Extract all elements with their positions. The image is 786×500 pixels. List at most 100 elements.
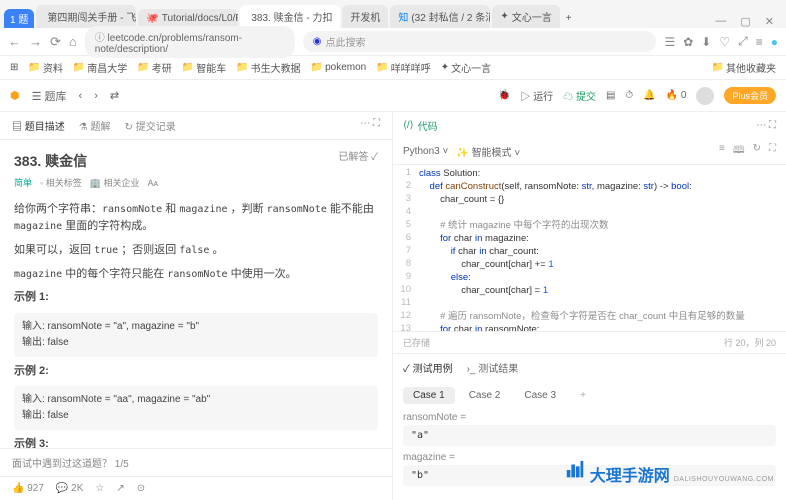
tab-testcase[interactable]: ✓ 测试用例: [403, 360, 453, 375]
prev-icon[interactable]: ‹: [79, 90, 83, 102]
more-icon[interactable]: ⋯ ⛶: [360, 118, 380, 133]
star-icon[interactable]: ☆: [95, 483, 104, 494]
other-bookmarks[interactable]: 📁其他收藏夹: [712, 60, 776, 75]
editor-panel: ⟨/⟩代码 ⋯ ⛶ Python3 ˅ ✨ 智能模式 ˅ ≡ 🕮 ↻ ⛶ 123…: [393, 112, 786, 500]
folder-icon: 📁: [712, 62, 724, 73]
download-icon[interactable]: ⬇: [701, 35, 711, 49]
logo-icon[interactable]: ⬢: [10, 89, 20, 102]
bookmark[interactable]: ✦文心一言: [441, 60, 491, 75]
extension-icon[interactable]: ☰: [664, 35, 675, 49]
add-case-button[interactable]: +: [570, 387, 596, 404]
interview-stat: 面试中遇到过这道题？ 1/5: [12, 455, 129, 470]
example-box: 输入: ransomNote = "aa", magazine = "ab"输出…: [14, 386, 378, 430]
minimize-icon[interactable]: —: [715, 15, 726, 28]
reload-icon[interactable]: ⟳: [50, 34, 61, 50]
folder-icon: 📁: [137, 62, 149, 73]
bookmark[interactable]: 📁pokemon: [311, 62, 367, 73]
likes-button[interactable]: 👍 927: [12, 483, 44, 494]
bookmark[interactable]: 📁智能车: [182, 60, 226, 75]
app-toolbar: ⬢ ☰ 题库 ‹ › ⇄ 🐞 ▷ 运行 ☁ 提交 ▤ ⏱ 🔔 🔥 0 Plus会…: [0, 80, 786, 112]
solved-label: 已解答 ✓: [338, 150, 378, 166]
problem-paragraph: magazine 中的每个字符只能在 ransomNote 中使用一次。: [14, 266, 378, 284]
note-icon[interactable]: ▤: [606, 90, 615, 101]
difficulty-tag: 简单: [14, 176, 32, 190]
plus-badge[interactable]: Plus会员: [724, 87, 776, 104]
example-label: 示例 3:: [14, 436, 378, 448]
tab-solution[interactable]: ⚗ 题解: [79, 118, 111, 133]
topics-tag[interactable]: ◦ 相关标签: [40, 176, 82, 190]
description-tabs: ▤ 题目描述 ⚗ 题解 ↻ 提交记录 ⋯ ⛶: [0, 112, 392, 140]
forward-icon[interactable]: →: [29, 34, 42, 49]
back-icon[interactable]: ←: [8, 34, 21, 49]
fav-icon[interactable]: ♡: [719, 35, 730, 49]
companies-tag[interactable]: 🏢 相关企业: [90, 176, 140, 190]
auto-mode[interactable]: ✨ 智能模式 ˅: [456, 144, 520, 159]
tab-description[interactable]: ▤ 题目描述: [12, 118, 65, 133]
debug-icon[interactable]: 🐞: [498, 90, 510, 101]
plugin-icon[interactable]: ✿: [683, 35, 693, 49]
url-input[interactable]: ⓘ leetcode.cn/problems/ransom-note/descr…: [85, 26, 295, 58]
tab-submissions[interactable]: ↻ 提交记录: [125, 118, 176, 133]
fullscreen-icon[interactable]: ⛶: [769, 143, 776, 160]
folder-icon: 📁: [73, 62, 85, 73]
bookmark-bar: ⊞ 📁资料 📁南昌大学 📁考研 📁智能车 📁书生大教据 📁pokemon 📁咩咩…: [0, 56, 786, 80]
bookmark[interactable]: 📁考研: [137, 60, 171, 75]
bookmark-code-icon[interactable]: 🕮: [733, 143, 745, 160]
submit-button[interactable]: ☁ 提交: [563, 88, 596, 103]
code-body[interactable]: class Solution: def canConstruct(self, r…: [415, 165, 749, 331]
expand-icon[interactable]: ⤢: [738, 34, 748, 49]
param-input[interactable]: "a": [403, 425, 776, 446]
code-icon: ⟨/⟩: [403, 120, 414, 131]
menu-icon[interactable]: ≡: [756, 35, 763, 49]
description-panel: ▤ 题目描述 ⚗ 题解 ↻ 提交记录 ⋯ ⛶ 已解答 ✓ 383. 赎金信 简单…: [0, 112, 393, 500]
address-bar: ← → ⟳ ⌂ ⓘ leetcode.cn/problems/ransom-no…: [0, 28, 786, 56]
browser-tab[interactable]: 第四期闯关手册 - 飞书云: [36, 5, 136, 28]
browser-tab[interactable]: ✦文心一言: [492, 5, 559, 28]
browser-tab[interactable]: 开发机: [342, 5, 388, 28]
maximize-icon[interactable]: ▢: [740, 15, 750, 28]
format-icon[interactable]: ≡: [719, 143, 725, 160]
case-tab[interactable]: Case 3: [514, 387, 566, 404]
browser-tab-bar: 1 题 第四期闯关手册 - 飞书云 🐙Tutorial/docs/L0/Pyth…: [0, 0, 786, 28]
folder-icon: 📁: [311, 62, 323, 73]
share-icon[interactable]: ↗: [116, 483, 124, 494]
font-icon[interactable]: Aᴀ: [147, 176, 157, 190]
run-button[interactable]: ▷ 运行: [520, 88, 553, 103]
language-select[interactable]: Python3 ˅: [403, 146, 448, 157]
close-icon[interactable]: ✕: [765, 15, 774, 28]
problem-title: 383. 赎金信: [14, 150, 378, 172]
watermark-icon: [564, 459, 586, 481]
case-tab[interactable]: Case 1: [403, 387, 455, 404]
avatar[interactable]: [696, 87, 714, 105]
bookmark[interactable]: 📁资料: [28, 60, 62, 75]
fire-icon[interactable]: 🔥 0: [666, 90, 687, 101]
code-editor[interactable]: 1234567891011121314151617181920 class So…: [393, 165, 786, 331]
browser-tab[interactable]: 383. 赎金信 - 力扣: [240, 5, 340, 28]
browser-tab[interactable]: 1 题: [4, 9, 34, 28]
apps-icon[interactable]: ⊞: [10, 62, 18, 73]
shuffle-icon[interactable]: ⇄: [110, 89, 119, 102]
comments-button[interactable]: 💬 2K: [56, 483, 83, 494]
testcase-tabs: ✓ 测试用例 ›_ 测试结果: [393, 353, 786, 381]
bookmark[interactable]: 📁书生大教据: [236, 60, 300, 75]
reset-icon[interactable]: ↻: [753, 143, 761, 160]
problem-content: 已解答 ✓ 383. 赎金信 简单 ◦ 相关标签 🏢 相关企业 Aᴀ 给你两个字…: [0, 140, 392, 448]
case-tab[interactable]: Case 2: [459, 387, 511, 404]
new-tab-button[interactable]: +: [562, 9, 576, 28]
example-label: 示例 1:: [14, 289, 378, 307]
problem-list-link[interactable]: ☰ 题库: [32, 88, 67, 104]
tab-test-result[interactable]: ›_ 测试结果: [467, 360, 519, 375]
profile-icon[interactable]: ●: [771, 35, 778, 49]
next-icon[interactable]: ›: [94, 90, 98, 102]
bookmark[interactable]: 📁咩咩咩呼: [376, 60, 430, 75]
home-icon[interactable]: ⌂: [69, 34, 77, 49]
bell-icon[interactable]: 🔔: [643, 90, 655, 101]
search-input[interactable]: ◉点此搜索: [303, 31, 657, 52]
editor-header: ⟨/⟩代码 ⋯ ⛶: [393, 112, 786, 139]
browser-tab[interactable]: 知(32 封私信 / 2 条消息): [390, 5, 490, 28]
feedback-icon[interactable]: ⊙: [137, 483, 145, 494]
zhihu-icon: 知: [398, 9, 408, 24]
timer-icon[interactable]: ⏱: [625, 90, 633, 101]
editor-more-icon[interactable]: ⋯ ⛶: [756, 120, 776, 131]
bookmark[interactable]: 📁南昌大学: [73, 60, 127, 75]
